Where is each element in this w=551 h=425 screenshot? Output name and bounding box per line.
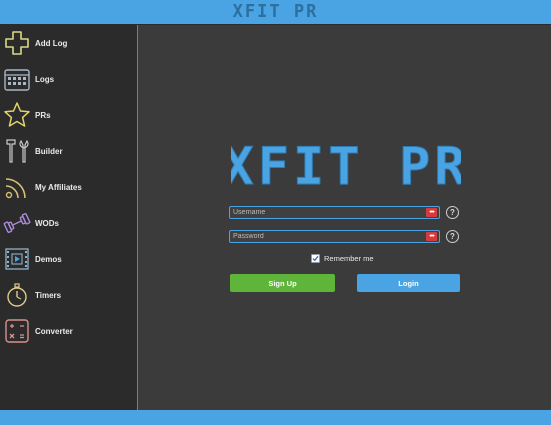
sidebar-item-builder[interactable]: Builder [0,134,137,168]
username-field[interactable]: ••• [229,206,440,219]
calculator-icon [5,319,29,343]
rss-icon [5,178,26,199]
plus-icon [5,31,29,55]
check-icon [312,255,319,261]
sidebar-item-label: PRs [35,110,51,120]
sidebar-item-label: Add Log [35,38,68,48]
remember-label: Remember me [324,253,374,263]
key-icon[interactable]: ••• [426,208,437,217]
sidebar-item-label: Builder [35,146,63,156]
bottom-bar [0,410,551,425]
dumbbell-icon [3,213,31,233]
sidebar-item-converter[interactable]: Converter [0,314,137,348]
film-icon [5,248,29,270]
password-input[interactable] [230,231,423,242]
password-field[interactable]: ••• [229,230,440,243]
sidebar-item-label: WODs [35,218,59,228]
stopwatch-icon [7,283,27,307]
password-help-icon[interactable]: ? [446,230,459,243]
sidebar-item-label: Converter [35,326,73,336]
sidebar-item-label: Logs [35,74,55,84]
star-icon [4,102,30,127]
remember-me[interactable]: Remember me [311,253,374,263]
username-help-icon[interactable]: ? [446,206,459,219]
title-bar: XFIT PR [0,0,551,25]
sidebar-item-label: Timers [35,290,62,300]
login-button[interactable]: Login [357,274,460,292]
sidebar-item-my-affiliates[interactable]: My Affiliates [0,170,137,204]
sidebar-item-label: My Affiliates [35,182,82,192]
app-logo: XFIT PR [231,138,461,196]
username-input[interactable] [230,207,423,218]
calendar-icon [4,69,30,91]
app-title: XFIT PR [232,1,319,23]
sidebar-item-logs[interactable]: Logs [0,62,137,96]
sidebar-item-prs[interactable]: PRs [0,98,137,132]
sign-up-button[interactable]: Sign Up [230,274,335,292]
sidebar: Add Log Logs PRs Builder My Affiliates W… [0,25,138,410]
remember-checkbox[interactable] [311,253,320,263]
sidebar-item-wods[interactable]: WODs [0,206,137,240]
tools-icon [6,139,29,163]
sidebar-item-label: Demos [35,254,62,264]
logo-text: XFIT PR [231,138,461,196]
key-icon[interactable]: ••• [426,232,437,241]
sidebar-item-add-log[interactable]: Add Log [0,26,137,60]
sidebar-item-timers[interactable]: Timers [0,278,137,312]
sidebar-item-demos[interactable]: Demos [0,242,137,276]
